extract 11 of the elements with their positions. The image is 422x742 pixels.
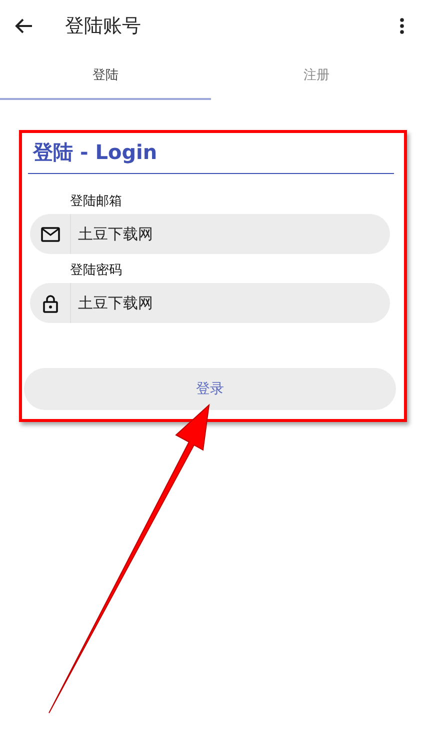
back-arrow-icon: [15, 18, 33, 34]
screen-title: 登陆账号: [65, 14, 142, 39]
login-button[interactable]: 登录: [24, 368, 396, 410]
tab[interactable]: 登陆: [0, 52, 211, 100]
form-title: 登陆 - Login: [33, 139, 158, 166]
mail-icon: [40, 226, 60, 242]
more-vertical-icon: [400, 18, 404, 34]
field-label: 登陆密码: [70, 262, 122, 279]
tab[interactable]: 注册: [211, 52, 422, 100]
field-label: 登陆邮箱: [70, 193, 122, 210]
lock-icon: [42, 294, 58, 312]
